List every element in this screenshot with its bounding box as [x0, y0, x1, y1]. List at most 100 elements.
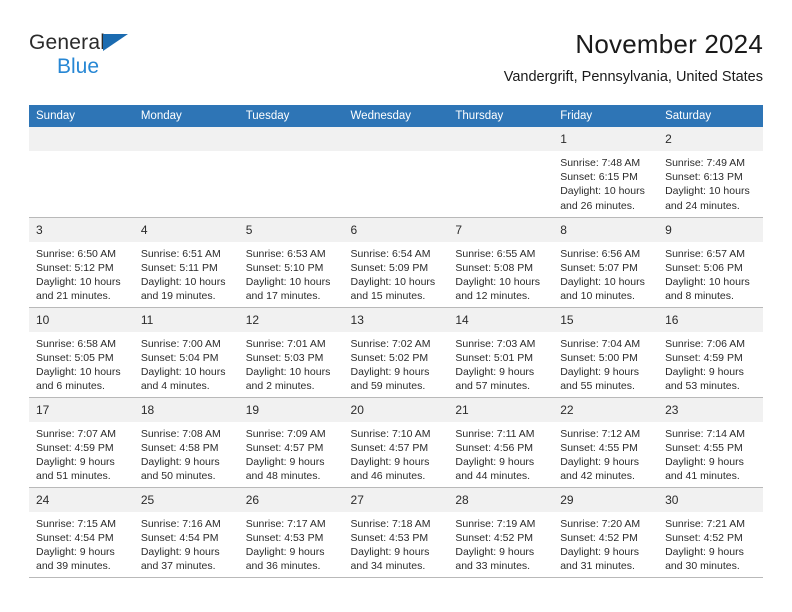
- day-cell[interactable]: 22 Sunrise: 7:12 AM Sunset: 4:55 PM Dayl…: [553, 396, 659, 487]
- calendar-header-row: Sunday Monday Tuesday Wednesday Thursday…: [29, 105, 763, 127]
- day-details: Sunrise: 6:57 AM Sunset: 5:06 PM Dayligh…: [658, 242, 763, 304]
- day-cell[interactable]: 2 Sunrise: 7:49 AM Sunset: 6:13 PM Dayli…: [658, 127, 763, 217]
- day-cell[interactable]: 5 Sunrise: 6:53 AM Sunset: 5:10 PM Dayli…: [238, 216, 344, 307]
- daylight-text: Daylight: 10 hours and 21 minutes.: [36, 275, 121, 303]
- day-cell[interactable]: 6 Sunrise: 6:54 AM Sunset: 5:09 PM Dayli…: [343, 216, 449, 307]
- daylight-text: Daylight: 10 hours and 8 minutes.: [665, 275, 750, 303]
- day-number: 10: [29, 307, 134, 332]
- day-details: Sunrise: 7:11 AM Sunset: 4:56 PM Dayligh…: [448, 422, 553, 484]
- day-cell[interactable]: [343, 127, 449, 217]
- day-number: 25: [133, 487, 239, 512]
- sunrise-text: Sunrise: 7:48 AM: [560, 157, 641, 169]
- sunset-text: Sunset: 4:54 PM: [36, 531, 114, 544]
- sunset-text: Sunset: 5:12 PM: [36, 261, 114, 274]
- sunset-text: Sunset: 4:53 PM: [350, 531, 429, 544]
- daylight-text: Daylight: 9 hours and 41 minutes.: [665, 455, 744, 483]
- day-details: Sunrise: 7:09 AM Sunset: 4:57 PM Dayligh…: [239, 422, 344, 484]
- day-number: 12: [238, 307, 344, 332]
- day-details: Sunrise: 7:04 AM Sunset: 5:00 PM Dayligh…: [553, 332, 658, 394]
- day-details: [239, 151, 344, 156]
- day-number: 5: [238, 217, 344, 242]
- daylight-text: Daylight: 10 hours and 10 minutes.: [560, 275, 645, 303]
- logo-triangle-icon: [103, 34, 128, 51]
- sunset-text: Sunset: 5:10 PM: [245, 261, 324, 274]
- day-cell[interactable]: 11 Sunrise: 7:00 AM Sunset: 5:04 PM Dayl…: [133, 306, 239, 397]
- day-cell[interactable]: 18 Sunrise: 7:08 AM Sunset: 4:58 PM Dayl…: [133, 396, 239, 487]
- sunrise-text: Sunrise: 7:04 AM: [560, 337, 641, 350]
- day-cell[interactable]: 3 Sunrise: 6:50 AM Sunset: 5:12 PM Dayli…: [29, 216, 134, 307]
- day-cell[interactable]: 30 Sunrise: 7:21 AM Sunset: 4:52 PM Dayl…: [658, 486, 763, 578]
- day-cell[interactable]: 12 Sunrise: 7:01 AM Sunset: 5:03 PM Dayl…: [238, 306, 344, 397]
- calendar-week-row: 24 Sunrise: 7:15 AM Sunset: 4:54 PM Dayl…: [29, 486, 763, 578]
- day-number: 11: [133, 307, 239, 332]
- daylight-text: Daylight: 10 hours and 12 minutes.: [455, 275, 541, 303]
- day-number: 4: [133, 217, 239, 242]
- day-details: Sunrise: 7:14 AM Sunset: 4:55 PM Dayligh…: [658, 422, 763, 484]
- day-number: 8: [553, 217, 659, 242]
- day-cell[interactable]: 1 Sunrise: 7:48 AM Sunset: 6:15 PM Dayli…: [553, 127, 659, 217]
- sunset-text: Sunset: 5:01 PM: [455, 351, 534, 364]
- day-details: Sunrise: 6:56 AM Sunset: 5:07 PM Dayligh…: [553, 242, 658, 304]
- day-cell[interactable]: 8 Sunrise: 6:56 AM Sunset: 5:07 PM Dayli…: [553, 216, 659, 307]
- day-cell[interactable]: 21 Sunrise: 7:11 AM Sunset: 4:56 PM Dayl…: [448, 396, 554, 487]
- day-details: Sunrise: 7:48 AM Sunset: 6:15 PM Dayligh…: [553, 151, 658, 213]
- day-number: 29: [553, 487, 659, 512]
- day-details: Sunrise: 6:54 AM Sunset: 5:09 PM Dayligh…: [344, 242, 449, 304]
- day-cell[interactable]: 28 Sunrise: 7:19 AM Sunset: 4:52 PM Dayl…: [448, 486, 554, 578]
- weekday-header-saturday: Saturday: [658, 105, 763, 127]
- day-cell[interactable]: 24 Sunrise: 7:15 AM Sunset: 4:54 PM Dayl…: [29, 486, 134, 578]
- title-block: November 2024 Vandergrift, Pennsylvania,…: [504, 28, 763, 86]
- weekday-header-tuesday: Tuesday: [238, 105, 344, 127]
- day-details: Sunrise: 7:16 AM Sunset: 4:54 PM Dayligh…: [134, 512, 239, 574]
- weekday-header-friday: Friday: [553, 105, 659, 127]
- day-number: 18: [133, 397, 239, 422]
- sunrise-text: Sunrise: 7:09 AM: [245, 427, 326, 440]
- daylight-text: Daylight: 9 hours and 53 minutes.: [665, 365, 744, 393]
- day-details: Sunrise: 6:55 AM Sunset: 5:08 PM Dayligh…: [448, 242, 553, 304]
- day-cell[interactable]: 9 Sunrise: 6:57 AM Sunset: 5:06 PM Dayli…: [658, 216, 763, 307]
- day-cell[interactable]: 29 Sunrise: 7:20 AM Sunset: 4:52 PM Dayl…: [553, 486, 659, 578]
- sunrise-text: Sunrise: 7:10 AM: [350, 427, 431, 440]
- day-cell[interactable]: 4 Sunrise: 6:51 AM Sunset: 5:11 PM Dayli…: [133, 216, 239, 307]
- sunrise-text: Sunrise: 7:02 AM: [350, 337, 431, 350]
- day-cell[interactable]: 26 Sunrise: 7:17 AM Sunset: 4:53 PM Dayl…: [238, 486, 344, 578]
- daylight-text: Daylight: 9 hours and 33 minutes.: [455, 545, 535, 573]
- day-cell[interactable]: [133, 127, 239, 217]
- page-title: November 2024: [575, 29, 763, 59]
- sunset-text: Sunset: 6:15 PM: [560, 171, 638, 184]
- day-cell[interactable]: 16 Sunrise: 7:06 AM Sunset: 4:59 PM Dayl…: [658, 306, 763, 397]
- daylight-text: Daylight: 9 hours and 46 minutes.: [350, 455, 430, 483]
- day-details: Sunrise: 7:06 AM Sunset: 4:59 PM Dayligh…: [658, 332, 763, 394]
- day-cell[interactable]: 19 Sunrise: 7:09 AM Sunset: 4:57 PM Dayl…: [238, 396, 344, 487]
- sunrise-text: Sunrise: 7:17 AM: [245, 517, 326, 530]
- day-details: [29, 151, 134, 156]
- day-number: 2: [658, 127, 763, 151]
- day-cell[interactable]: 10 Sunrise: 6:58 AM Sunset: 5:05 PM Dayl…: [29, 306, 134, 397]
- day-cell[interactable]: [448, 127, 554, 217]
- day-cell[interactable]: 13 Sunrise: 7:02 AM Sunset: 5:02 PM Dayl…: [343, 306, 449, 397]
- day-number: [343, 127, 449, 151]
- day-number: 28: [448, 487, 554, 512]
- day-number: 24: [29, 487, 134, 512]
- day-cell[interactable]: [29, 127, 134, 217]
- sunset-text: Sunset: 5:05 PM: [36, 351, 114, 364]
- day-details: Sunrise: 7:49 AM Sunset: 6:13 PM Dayligh…: [658, 151, 763, 213]
- day-cell[interactable]: 27 Sunrise: 7:18 AM Sunset: 4:53 PM Dayl…: [343, 486, 449, 578]
- sunset-text: Sunset: 4:52 PM: [665, 531, 743, 544]
- day-cell[interactable]: 7 Sunrise: 6:55 AM Sunset: 5:08 PM Dayli…: [448, 216, 554, 307]
- sunrise-text: Sunrise: 6:53 AM: [245, 247, 326, 260]
- daylight-text: Daylight: 10 hours and 26 minutes.: [560, 185, 645, 212]
- day-cell[interactable]: 15 Sunrise: 7:04 AM Sunset: 5:00 PM Dayl…: [553, 306, 659, 397]
- day-cell[interactable]: [238, 127, 344, 217]
- day-number: 19: [238, 397, 344, 422]
- day-cell[interactable]: 23 Sunrise: 7:14 AM Sunset: 4:55 PM Dayl…: [658, 396, 763, 487]
- day-cell[interactable]: 20 Sunrise: 7:10 AM Sunset: 4:57 PM Dayl…: [343, 396, 449, 487]
- day-number: 1: [553, 127, 659, 151]
- day-cell[interactable]: 25 Sunrise: 7:16 AM Sunset: 4:54 PM Dayl…: [133, 486, 239, 578]
- day-cell[interactable]: 17 Sunrise: 7:07 AM Sunset: 4:59 PM Dayl…: [29, 396, 134, 487]
- calendar-page: General Blue November 2024 Vandergrift, …: [0, 0, 792, 612]
- calendar-table: Sunday Monday Tuesday Wednesday Thursday…: [29, 105, 763, 578]
- sunset-text: Sunset: 5:00 PM: [560, 351, 638, 364]
- day-cell[interactable]: 14 Sunrise: 7:03 AM Sunset: 5:01 PM Dayl…: [448, 306, 554, 397]
- sunset-text: Sunset: 4:56 PM: [455, 441, 534, 454]
